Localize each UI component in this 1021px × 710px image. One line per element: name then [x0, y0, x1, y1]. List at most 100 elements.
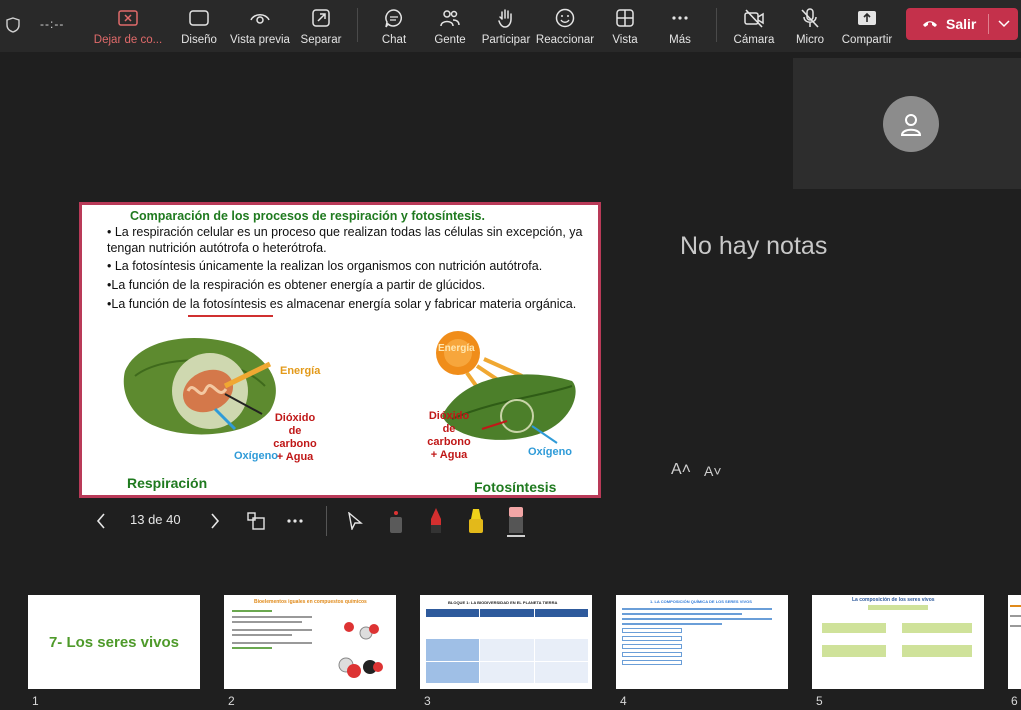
slide-bullet: •La función de la fotosíntesis es almace…: [107, 297, 577, 311]
highlighter-icon: [469, 509, 483, 533]
camera-button[interactable]: Cámara: [731, 0, 777, 52]
oxygen-label: Oxígeno: [234, 450, 279, 462]
preview-button[interactable]: Vista previa: [229, 0, 291, 52]
eraser-icon: [507, 507, 525, 537]
thumbnail-title: BLOQUE 1: LA BIODIVERSIDAD EN EL PLANETA…: [448, 600, 558, 605]
thumbnail-box: [822, 623, 886, 633]
hang-up-icon: [923, 21, 937, 27]
previous-slide-button[interactable]: [92, 510, 110, 532]
more-icon: [287, 519, 303, 523]
slide-bullet: • La fotosíntesis únicamente la realizan…: [107, 259, 543, 273]
respiration-caption: Respiración: [127, 475, 208, 491]
ink-underline: [188, 315, 273, 317]
popout-icon: [312, 9, 330, 27]
person-icon: [900, 114, 922, 136]
more-icon: [672, 16, 688, 20]
meeting-timer: --:--: [40, 17, 65, 31]
laser-tool-button[interactable]: [384, 506, 408, 536]
slide-thumbnail[interactable]: 7- Los seres vivos: [28, 595, 200, 689]
slide-counter: 13 de 40: [130, 512, 181, 527]
camera-off-icon: [744, 9, 764, 28]
increase-font-button[interactable]: A˄: [671, 461, 691, 479]
thumbnail-title: Bioelementos iguales en compuestos quími…: [254, 599, 367, 605]
slide-bullet: •La función de la respiración es obtener…: [107, 278, 486, 292]
thumbnail-number: 1: [32, 694, 39, 708]
thumbnail-line: [1010, 615, 1021, 617]
thumbnail-table: [426, 609, 588, 683]
share-icon: [858, 11, 876, 25]
avatar: [883, 96, 939, 152]
more-options-button[interactable]: [284, 510, 306, 532]
view-button[interactable]: Vista: [605, 0, 645, 52]
view-icon: [616, 9, 634, 27]
thumbnail-box: [902, 645, 972, 657]
thumbnail-title: 7- Los seres vivos: [48, 633, 180, 651]
layout-button[interactable]: Diseño: [176, 0, 222, 52]
laser-pointer-button[interactable]: [344, 510, 366, 532]
stop-sharing-icon: [118, 10, 138, 26]
share-button[interactable]: Compartir: [840, 0, 894, 52]
pointer-icon: [348, 512, 363, 530]
people-button[interactable]: Gente: [430, 0, 470, 52]
thumbnail-text-block: [232, 610, 322, 670]
respiration-leaf-image: [123, 338, 276, 435]
chat-button[interactable]: Chat: [374, 0, 414, 52]
photosynthesis-caption: Fotosíntesis: [474, 479, 557, 495]
co2-water-label: Dióxido de carbono + Agua: [273, 412, 317, 463]
energy-label: Energía: [438, 343, 475, 354]
thumbnail-number: 6: [1011, 694, 1018, 708]
chevron-right-icon: [211, 513, 220, 529]
chevron-down-icon: [997, 20, 1010, 28]
thumbnail-box: [868, 605, 928, 610]
energy-label: Energía: [280, 365, 321, 377]
slide-bullet: • La respiración celular es un proceso q…: [107, 225, 583, 255]
thumbnail-title: 1. LA COMPOSICIÓN QUÍMICA DE LOS SERES V…: [650, 599, 752, 604]
toolbar-divider: [357, 8, 358, 42]
slide-thumbnail[interactable]: La composición de los seres vivos: [812, 595, 984, 689]
raise-hand-button[interactable]: Participar: [481, 0, 531, 52]
popout-button[interactable]: Separar: [298, 0, 344, 52]
molecule-image: [338, 622, 383, 678]
meeting-toolbar: --:-- Dejar de co... Diseño Vista previa…: [0, 0, 1021, 52]
thumbnail-number: 2: [228, 694, 235, 708]
leave-label: Salir: [946, 16, 977, 32]
thumbnail-box: [902, 623, 972, 633]
react-icon: [555, 8, 575, 28]
slide-title: Comparación de los procesos de respiraci…: [130, 209, 485, 223]
leave-button[interactable]: Salir: [906, 8, 1018, 40]
thumbnail-line: [1010, 605, 1021, 607]
next-slide-button[interactable]: [206, 510, 224, 532]
current-slide: Comparación de los procesos de respiraci…: [79, 202, 601, 498]
slide-thumbnail[interactable]: 1. LA COMPOSICIÓN QUÍMICA DE LOS SERES V…: [616, 595, 788, 689]
decrease-font-button[interactable]: A˅: [704, 463, 722, 479]
chat-icon: [385, 9, 402, 28]
leave-options-button[interactable]: [989, 8, 1018, 40]
stop-sharing-button[interactable]: Dejar de co...: [93, 0, 163, 52]
more-button[interactable]: Más: [662, 0, 698, 52]
thumbnail-line: [1010, 625, 1021, 627]
slide-grid-button[interactable]: [245, 510, 267, 532]
leave-main[interactable]: Salir: [906, 8, 988, 40]
mic-button[interactable]: Micro: [790, 0, 830, 52]
shield-icon: [6, 17, 20, 33]
participant-video-tile[interactable]: [793, 58, 1021, 189]
pen-tool-button[interactable]: [424, 506, 448, 536]
slide-thumbnail[interactable]: Bioelementos iguales en compuestos quími…: [224, 595, 396, 689]
thumbnail-text-block: [622, 608, 782, 665]
oxygen-label: Oxígeno: [528, 446, 573, 458]
slide-thumbnail[interactable]: BLOQUE 1: LA BIODIVERSIDAD EN EL PLANETA…: [420, 595, 592, 689]
thumbnail-number: 3: [424, 694, 431, 708]
slide-thumbnail[interactable]: [1008, 595, 1021, 689]
speaker-notes-empty: No hay notas: [680, 232, 828, 260]
co2-water-label: Dióxido de carbono + Agua: [427, 410, 471, 461]
toolbar-divider: [716, 8, 717, 42]
slide-thumbnail-strip: 7- Los seres vivos 1 Bioelementos iguale…: [0, 592, 1021, 710]
react-button[interactable]: Reaccionar: [536, 0, 594, 52]
slides-grid-icon: [247, 512, 265, 530]
chevron-left-icon: [96, 513, 105, 529]
highlighter-tool-button[interactable]: [464, 506, 488, 536]
eraser-tool-button[interactable]: [504, 504, 528, 538]
mic-off-icon: [801, 8, 819, 28]
people-icon: [440, 10, 460, 27]
preview-icon: [250, 14, 270, 24]
